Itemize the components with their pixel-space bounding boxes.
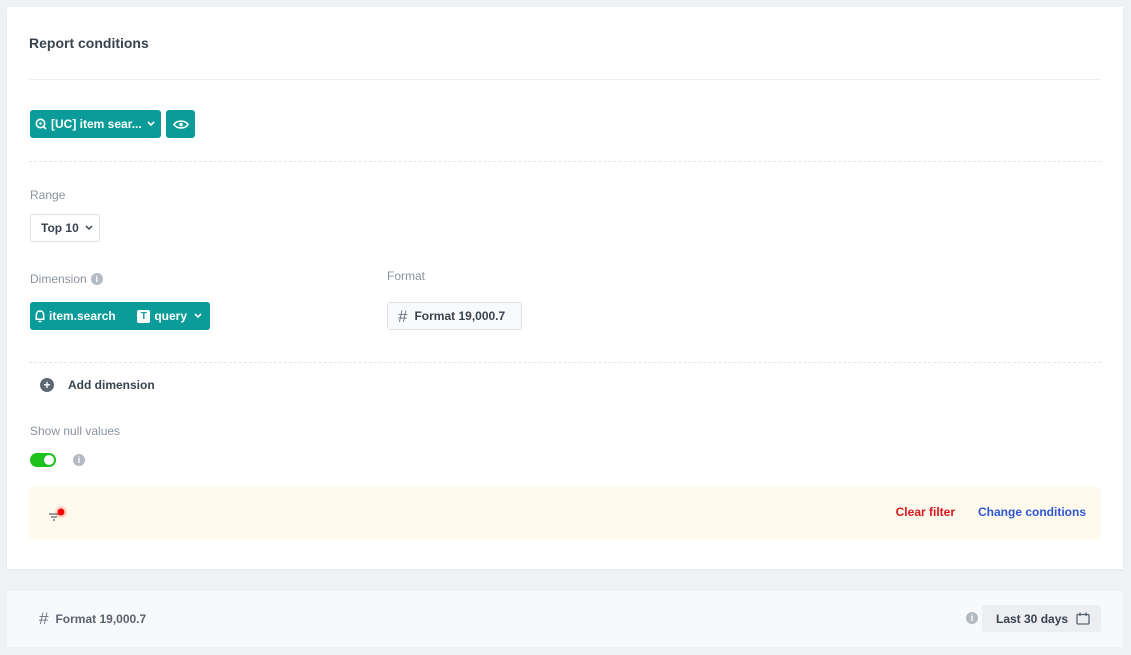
- analysis-select[interactable]: [UC] item sear...: [30, 110, 161, 138]
- eye-icon: [172, 119, 189, 129]
- report-conditions-card: Report conditions [UC] item sear... Rang…: [7, 7, 1123, 569]
- text-type-icon: T: [137, 309, 151, 323]
- preview-button[interactable]: [166, 110, 195, 138]
- calendar-icon: [1076, 612, 1090, 625]
- card-title: Report conditions: [29, 35, 149, 51]
- dimension-parameter: T query: [137, 309, 202, 323]
- event-icon: [35, 309, 45, 322]
- null-values-toggle[interactable]: [30, 453, 56, 467]
- format-value: Format 19,000.7: [414, 309, 506, 323]
- chevron-down-icon: [194, 313, 202, 319]
- toggle-knob: [44, 455, 54, 465]
- section-divider: [29, 362, 1101, 363]
- format-button[interactable]: # Format 19,000.7: [387, 302, 522, 330]
- null-values-label: Show null values: [30, 424, 121, 438]
- date-range-button[interactable]: Last 30 days: [982, 605, 1101, 632]
- section-divider: [29, 161, 1101, 162]
- date-range-label: Last 30 days: [996, 611, 1069, 626]
- add-dimension-label: Add dimension: [68, 378, 155, 392]
- dimension-label: Dimension: [30, 272, 87, 286]
- info-icon[interactable]: i: [73, 454, 85, 466]
- range-select[interactable]: Top 10: [30, 214, 100, 242]
- hash-icon: #: [39, 609, 49, 628]
- dimension-parameter-name: query: [154, 309, 187, 323]
- chevron-down-icon: [147, 121, 155, 127]
- dimension-event: item.search: [49, 309, 116, 323]
- format-label: Format: [387, 269, 426, 283]
- dimension-label-row: Dimension i: [30, 272, 103, 286]
- plus-circle-icon: +: [40, 378, 54, 392]
- filter-icon[interactable]: [47, 504, 67, 524]
- dimension-select[interactable]: item.search T query: [30, 302, 210, 330]
- footer-format: # Format 19,000.7: [39, 610, 146, 627]
- info-icon[interactable]: i: [90, 273, 103, 285]
- clear-filter-link[interactable]: Clear filter: [896, 505, 955, 519]
- analysis-search-icon: [35, 118, 47, 130]
- range-select-value: Top 10: [41, 221, 79, 235]
- change-conditions-link[interactable]: Change conditions: [978, 505, 1086, 519]
- footer-format-label: Format 19,000.7: [55, 611, 147, 626]
- info-icon[interactable]: i: [966, 612, 978, 624]
- chevron-down-icon: [85, 225, 93, 231]
- header-divider: [29, 79, 1101, 80]
- hash-icon: #: [398, 306, 408, 326]
- add-dimension-button[interactable]: + Add dimension: [40, 378, 155, 392]
- report-footer-bar: # Format 19,000.7 i Last 30 days: [7, 591, 1123, 647]
- filter-bar: Clear filter Change conditions: [29, 487, 1101, 539]
- range-label: Range: [30, 188, 66, 202]
- analysis-select-label: [UC] item sear...: [51, 117, 142, 131]
